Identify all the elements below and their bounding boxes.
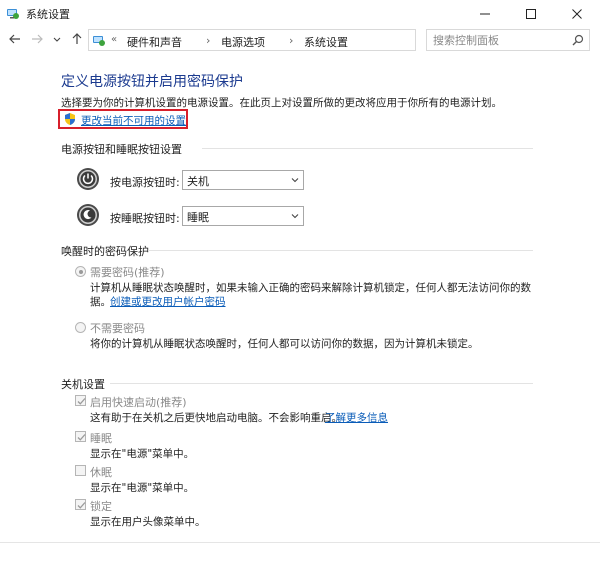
sleep-button-label: 按睡眠按钮时: [110,212,180,225]
select-value: 关机 [187,175,209,188]
require-password-description: 计算机从睡眠状态唤醒时，如果未输入正确的密码来解除计算机锁定，任何人都无法访问你… [90,282,531,294]
power-button-label: 按电源按钮时: [110,176,180,189]
lock-option-label: 锁定 [90,500,112,513]
section-divider [148,250,533,251]
footer-divider [0,542,600,543]
fast-startup-description: 这有助于在关机之后更快地启动电脑。不会影响重启。 [90,412,342,424]
control-panel-icon [6,6,20,20]
breadcrumb-separator[interactable]: › [289,34,293,47]
search-input[interactable] [433,33,563,47]
sleep-icon [76,203,100,227]
minimize-icon [480,13,490,15]
breadcrumb-overflow[interactable]: « [111,34,117,45]
lock-option-description: 显示在用户头像菜单中。 [90,516,206,528]
create-change-password-link[interactable]: 创建或更改用户帐户密码 [110,294,226,309]
chevron-down-icon [290,211,300,221]
window-title: 系统设置 [26,8,70,21]
sleep-button-action-select[interactable]: 睡眠 [182,206,304,226]
checkmark-icon [77,502,86,509]
search-box[interactable] [426,29,590,51]
control-panel-icon [92,33,106,47]
no-password-label: 不需要密码 [90,322,145,335]
maximize-button[interactable] [508,0,554,26]
arrow-up-icon [72,33,82,44]
hibernate-checkbox[interactable] [75,465,86,476]
close-icon [572,9,582,19]
arrow-right-icon [32,34,43,44]
hibernate-option-label: 休眠 [90,466,112,479]
uac-shield-icon [63,112,77,126]
power-icon [76,167,100,191]
checkmark-icon [77,398,86,405]
navigation-bar: « 硬件和声音 › 电源选项 › 系统设置 [0,26,600,54]
search-icon[interactable] [571,33,585,47]
address-bar[interactable]: « 硬件和声音 › 电源选项 › 系统设置 [88,29,504,51]
chevron-down-icon [290,175,300,185]
arrow-left-icon [9,34,20,44]
change-unavailable-settings-link[interactable]: 更改当前不可用的设置 [81,113,186,128]
breadcrumb-power-options[interactable]: 电源选项 [221,34,265,50]
no-password-radio[interactable] [75,322,86,333]
fast-startup-label: 启用快速启动(推荐) [90,396,187,409]
breadcrumb-system-settings[interactable]: 系统设置 [304,34,348,50]
lock-checkbox[interactable] [75,499,86,510]
checkmark-icon [77,434,86,441]
breadcrumb-separator[interactable]: › [206,34,210,47]
change-settings-highlight[interactable]: 更改当前不可用的设置 [58,109,188,129]
require-password-radio[interactable] [75,266,86,277]
sleep-option-label: 睡眠 [90,432,112,445]
title-bar: 系统设置 [0,0,600,26]
sleep-option-description: 显示在"电源"菜单中。 [90,448,195,460]
require-password-label: 需要密码(推荐) [90,266,165,279]
forward-button[interactable] [30,32,44,46]
page-title: 定义电源按钮并启用密码保护 [61,74,243,90]
wake-password-section-header: 唤醒时的密码保护 [61,245,149,258]
power-button-action-select[interactable]: 关机 [182,170,304,190]
hibernate-option-description: 显示在"电源"菜单中。 [90,482,195,494]
section-divider [110,383,533,384]
shutdown-section-header: 关机设置 [61,378,105,391]
select-value: 睡眠 [187,211,209,224]
minimize-button[interactable] [462,0,508,26]
fast-startup-checkbox[interactable] [75,395,86,406]
learn-more-link[interactable]: 了解更多信息 [325,410,388,425]
close-button[interactable] [554,0,600,26]
breadcrumb-hardware-sound[interactable]: 硬件和声音 [127,34,182,50]
main-content: 定义电源按钮并启用密码保护 选择要为你的计算机设置的电源设置。在此页上对设置所做… [0,54,600,580]
chevron-down-icon [53,37,61,42]
power-buttons-section-header: 电源按钮和睡眠按钮设置 [61,143,182,156]
page-description: 选择要为你的计算机设置的电源设置。在此页上对设置所做的更改将应用于你所有的电源计… [61,97,502,109]
maximize-icon [526,9,536,19]
no-password-description: 将你的计算机从睡眠状态唤醒时，任何人都可以访问你的数据，因为计算机未锁定。 [90,338,479,350]
section-divider [202,148,533,149]
recent-locations-button[interactable] [50,32,64,46]
back-button[interactable] [8,32,22,46]
require-password-description-cont: 据。 [90,296,111,308]
up-button[interactable] [70,32,84,46]
sleep-checkbox[interactable] [75,431,86,442]
